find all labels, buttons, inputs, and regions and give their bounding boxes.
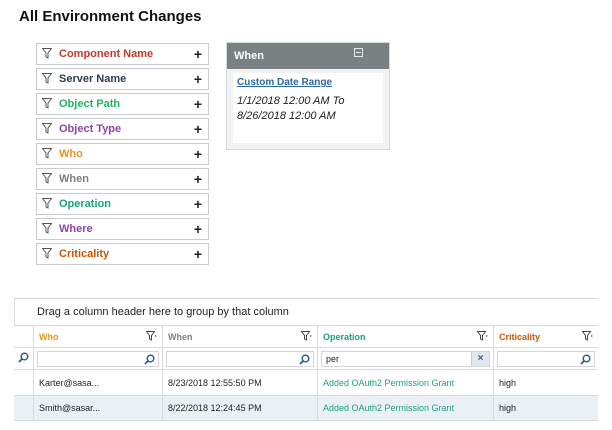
cell-when: 8/23/2018 12:55:50 PM	[163, 370, 318, 395]
cell-who: Karter@sasa...	[34, 370, 163, 395]
row-spacer	[14, 396, 34, 420]
search-cell-who	[34, 348, 163, 369]
search-input-who[interactable]	[37, 350, 159, 367]
filter-object-type[interactable]: Object Type +	[36, 118, 209, 140]
filter-object-path[interactable]: Object Path +	[36, 93, 209, 115]
when-panel-header: When	[227, 43, 389, 69]
filter-label: When	[59, 173, 89, 185]
column-header-label: Operation	[323, 331, 366, 342]
column-header-who[interactable]: Who	[34, 326, 163, 347]
search-cell-criticality	[494, 348, 598, 369]
filter-list: Component Name + Server Name + Object Pa…	[36, 43, 209, 268]
add-icon[interactable]: +	[194, 197, 202, 211]
add-icon[interactable]: +	[194, 122, 202, 136]
filter-label: Operation	[59, 198, 111, 210]
add-icon[interactable]: +	[194, 147, 202, 161]
when-panel-title: When	[234, 50, 264, 62]
column-header-criticality[interactable]: Criticality	[494, 326, 598, 347]
search-icon[interactable]	[299, 354, 310, 367]
filter-label: Server Name	[59, 73, 127, 85]
filter-label: Component Name	[59, 48, 154, 60]
filter-component-name[interactable]: Component Name +	[36, 43, 209, 65]
column-filter-icon[interactable]	[300, 331, 312, 343]
filter-icon	[42, 73, 54, 85]
add-icon[interactable]: +	[194, 72, 202, 86]
column-filter-icon[interactable]	[476, 331, 488, 343]
column-filter-icon[interactable]	[581, 331, 593, 343]
column-filter-icon[interactable]	[145, 331, 157, 343]
filter-icon	[42, 223, 54, 235]
filter-server-name[interactable]: Server Name +	[36, 68, 209, 90]
cell-operation: Added OAuth2 Permission Grant	[318, 370, 494, 395]
group-by-bar[interactable]: Drag a column header here to group by th…	[14, 299, 598, 325]
filter-where[interactable]: Where +	[36, 218, 209, 240]
search-icon[interactable]	[580, 354, 591, 367]
add-icon[interactable]: +	[194, 247, 202, 261]
filter-icon	[42, 48, 54, 60]
filter-criticality[interactable]: Criticality +	[36, 243, 209, 265]
add-icon[interactable]: +	[194, 97, 202, 111]
search-input-when[interactable]	[166, 350, 314, 367]
page-title: All Environment Changes	[19, 8, 202, 25]
search-input-operation[interactable]: per ×	[321, 350, 490, 367]
when-panel-body: Custom Date Range 1/1/2018 12:00 AM To 8…	[233, 73, 383, 143]
clear-search-button[interactable]: ×	[471, 351, 489, 366]
filter-icon	[42, 248, 54, 260]
filter-icon	[42, 123, 54, 135]
filter-when[interactable]: When +	[36, 168, 209, 190]
search-cell-when	[163, 348, 318, 369]
date-range-end: 8/26/2018 12:00 AM	[237, 110, 336, 122]
cell-operation: Added OAuth2 Permission Grant	[318, 396, 494, 420]
grid-search-row: per ×	[14, 347, 598, 369]
add-icon[interactable]: +	[194, 47, 202, 61]
search-icon	[18, 352, 29, 365]
column-header-label: Who	[39, 331, 59, 342]
filter-label: Where	[59, 223, 93, 235]
table-row[interactable]: Smith@sasar... 8/22/2018 12:24:45 PM Add…	[14, 395, 598, 421]
filter-icon	[42, 198, 54, 210]
cell-when: 8/22/2018 12:24:45 PM	[163, 396, 318, 420]
custom-date-range-link[interactable]: Custom Date Range	[237, 77, 379, 88]
cell-who: Smith@sasar...	[34, 396, 163, 420]
collapse-icon[interactable]	[354, 48, 363, 57]
grid-header-row: Who When Operation Criticality	[14, 325, 598, 347]
column-header-label: When	[168, 331, 193, 342]
search-row-icon-cell	[14, 348, 34, 369]
filter-label: Who	[59, 148, 83, 160]
row-spacer	[14, 370, 34, 395]
add-icon[interactable]: +	[194, 172, 202, 186]
table-row[interactable]: Karter@sasa... 8/23/2018 12:55:50 PM Add…	[14, 369, 598, 395]
date-range-start: 1/1/2018 12:00 AM To	[237, 95, 345, 107]
filter-who[interactable]: Who +	[36, 143, 209, 165]
search-icon[interactable]	[144, 354, 155, 367]
filter-icon	[42, 173, 54, 185]
filter-icon	[42, 148, 54, 160]
column-header-operation[interactable]: Operation	[318, 326, 494, 347]
column-header-label: Criticality	[499, 331, 541, 342]
add-icon[interactable]: +	[194, 222, 202, 236]
filter-label: Object Path	[59, 98, 121, 110]
cell-criticality: high	[499, 403, 517, 413]
filter-operation[interactable]: Operation +	[36, 193, 209, 215]
results-grid: Drag a column header here to group by th…	[14, 298, 598, 421]
filter-icon	[42, 98, 54, 110]
when-filter-panel: When Custom Date Range 1/1/2018 12:00 AM…	[226, 42, 390, 150]
search-input-criticality[interactable]	[497, 350, 595, 367]
header-spacer	[14, 326, 34, 347]
column-header-when[interactable]: When	[163, 326, 318, 347]
filter-label: Criticality	[59, 248, 110, 260]
search-cell-operation: per ×	[318, 348, 494, 369]
filter-label: Object Type	[59, 123, 122, 135]
cell-criticality: high	[499, 377, 517, 388]
